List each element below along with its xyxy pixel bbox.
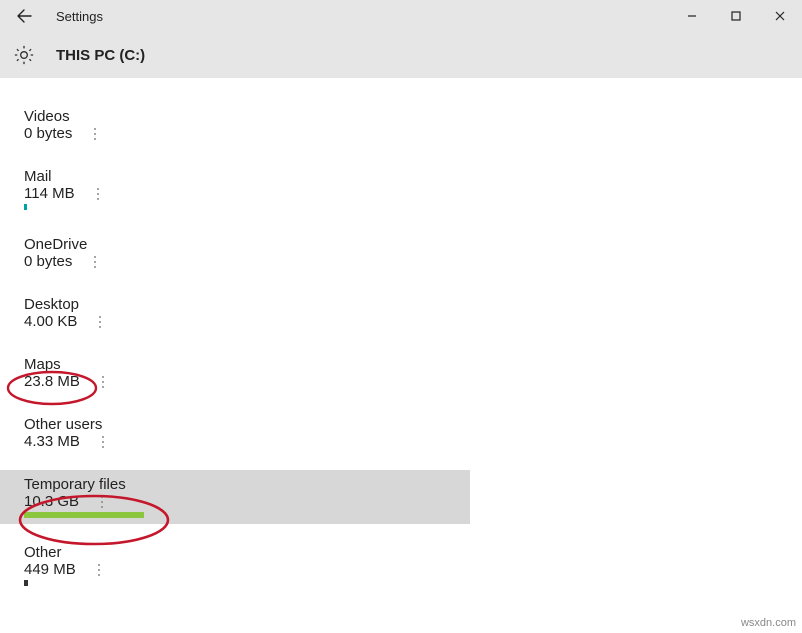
more-options-icon[interactable] [97, 495, 107, 509]
category-size: 10.3 GB [24, 493, 79, 510]
storage-category-other-users[interactable]: Other users4.33 MB [0, 410, 470, 456]
category-name: Maps [24, 356, 470, 373]
category-name: Other users [24, 416, 470, 433]
settings-gear[interactable] [10, 41, 38, 69]
category-name: Videos [24, 108, 470, 125]
category-name: OneDrive [24, 236, 470, 253]
subtitlebar: THIS PC (C:) [0, 32, 802, 78]
category-size: 23.8 MB [24, 373, 80, 390]
more-options-icon[interactable] [90, 127, 100, 141]
window-controls [670, 0, 802, 32]
storage-category-mail[interactable]: Mail114 MB [0, 162, 470, 216]
titlebar: Settings [0, 0, 802, 32]
close-button[interactable] [758, 0, 802, 32]
category-size-row: 449 MB [24, 561, 470, 578]
window-title: Settings [56, 9, 103, 24]
storage-category-list: Videos0 bytesMail114 MBOneDrive0 bytesDe… [0, 78, 802, 592]
more-options-icon[interactable] [93, 187, 103, 201]
more-options-icon[interactable] [98, 375, 108, 389]
category-size-row: 114 MB [24, 185, 470, 202]
category-size-row: 23.8 MB [24, 373, 470, 390]
category-name: Temporary files [24, 476, 470, 493]
usage-bar [24, 204, 27, 210]
maximize-icon [731, 11, 741, 21]
storage-category-videos[interactable]: Videos0 bytes [0, 102, 470, 148]
back-button[interactable] [10, 2, 38, 30]
maximize-button[interactable] [714, 0, 758, 32]
category-size: 114 MB [24, 185, 75, 202]
category-size: 0 bytes [24, 125, 72, 142]
usage-bar [24, 580, 28, 586]
more-options-icon[interactable] [90, 255, 100, 269]
close-icon [775, 11, 785, 21]
watermark: wsxdn.com [741, 617, 796, 629]
storage-category-desktop[interactable]: Desktop4.00 KB [0, 290, 470, 336]
category-size-row: 0 bytes [24, 253, 470, 270]
category-size: 4.00 KB [24, 313, 77, 330]
page-title: THIS PC (C:) [56, 47, 145, 64]
category-size: 449 MB [24, 561, 76, 578]
category-name: Mail [24, 168, 470, 185]
category-size-row: 10.3 GB [24, 493, 470, 510]
storage-category-temporary-files[interactable]: Temporary files10.3 GB [0, 470, 470, 524]
category-size: 0 bytes [24, 253, 72, 270]
arrow-left-icon [16, 8, 32, 24]
more-options-icon[interactable] [98, 435, 108, 449]
category-name: Desktop [24, 296, 470, 313]
storage-category-other[interactable]: Other449 MB [0, 538, 470, 592]
category-name: Other [24, 544, 470, 561]
usage-bar [24, 512, 144, 518]
category-size-row: 4.00 KB [24, 313, 470, 330]
category-size-row: 4.33 MB [24, 433, 470, 450]
gear-icon [14, 45, 34, 65]
category-size-row: 0 bytes [24, 125, 470, 142]
more-options-icon[interactable] [95, 315, 105, 329]
storage-category-maps[interactable]: Maps23.8 MB [0, 350, 470, 396]
minimize-button[interactable] [670, 0, 714, 32]
category-size: 4.33 MB [24, 433, 80, 450]
minimize-icon [687, 11, 697, 21]
storage-category-onedrive[interactable]: OneDrive0 bytes [0, 230, 470, 276]
more-options-icon[interactable] [94, 563, 104, 577]
